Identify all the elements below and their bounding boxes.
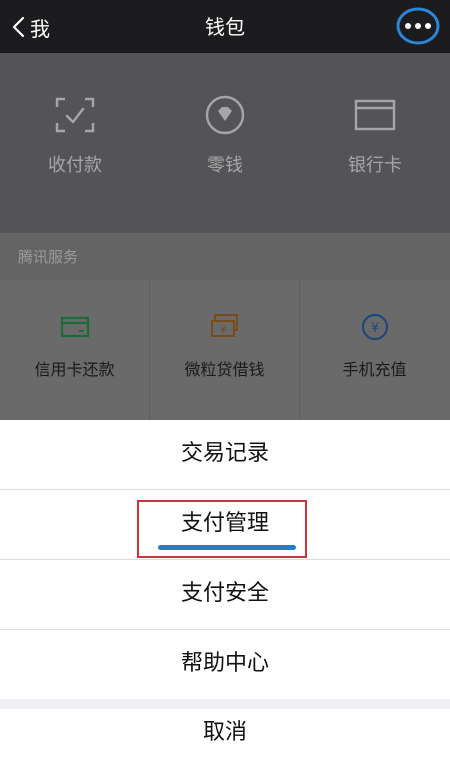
service-label: 手机充值 <box>342 360 407 379</box>
wallet-item-label: 收付款 <box>48 155 102 176</box>
section-header: 腾讯服务 <box>0 233 450 280</box>
cancel-label: 取消 <box>202 720 247 745</box>
sheet-item-label: 交易记录 <box>180 441 269 466</box>
cancel-button[interactable]: 取消 <box>0 709 450 761</box>
sheet-item-label: 支付安全 <box>180 581 269 606</box>
service-label: 信用卡还款 <box>34 360 115 379</box>
more-icon <box>396 7 440 45</box>
svg-text:¥: ¥ <box>219 325 225 336</box>
wallet-item-payment[interactable]: 收付款 <box>0 53 150 233</box>
action-sheet: 交易记录 支付管理 支付安全 帮助中心 取消 <box>0 420 450 761</box>
service-label: 微粒贷借钱 <box>184 360 265 379</box>
highlight-underline <box>158 545 296 550</box>
wallet-header: 收付款 零钱 银行卡 <box>0 53 450 233</box>
bank-card-icon <box>354 99 396 131</box>
wallet-item-label: 零钱 <box>207 155 243 176</box>
wallet-item-change[interactable]: 零钱 <box>150 53 300 233</box>
service-phone-topup[interactable]: ¥ 手机充值 <box>300 280 449 420</box>
section-title: 腾讯服务 <box>18 248 79 266</box>
sheet-item-payment-security[interactable]: 支付安全 <box>0 560 450 629</box>
page-title: 钱包 <box>205 15 245 39</box>
service-grid: 信用卡还款 ¥ 微粒贷借钱 ¥ 手机充值 <box>0 280 450 420</box>
service-credit-card-repay[interactable]: 信用卡还款 <box>0 280 149 420</box>
service-weilidai[interactable]: ¥ 微粒贷借钱 <box>150 280 299 420</box>
yen-card-icon: ¥ <box>210 314 238 337</box>
sheet-item-transactions[interactable]: 交易记录 <box>0 420 450 489</box>
nav-bar: 我 钱包 <box>0 0 450 53</box>
yen-coin-icon: ¥ <box>361 313 388 341</box>
wallet-item-bank-card[interactable]: 银行卡 <box>300 53 450 233</box>
credit-card-icon <box>60 316 89 338</box>
sheet-item-label: 帮助中心 <box>180 651 269 676</box>
more-button[interactable] <box>396 6 440 46</box>
scan-check-icon <box>55 97 95 133</box>
sheet-item-help-center[interactable]: 帮助中心 <box>0 630 450 699</box>
coin-diamond-icon <box>205 95 245 135</box>
wallet-item-label: 银行卡 <box>348 155 402 176</box>
svg-text:¥: ¥ <box>370 321 378 336</box>
